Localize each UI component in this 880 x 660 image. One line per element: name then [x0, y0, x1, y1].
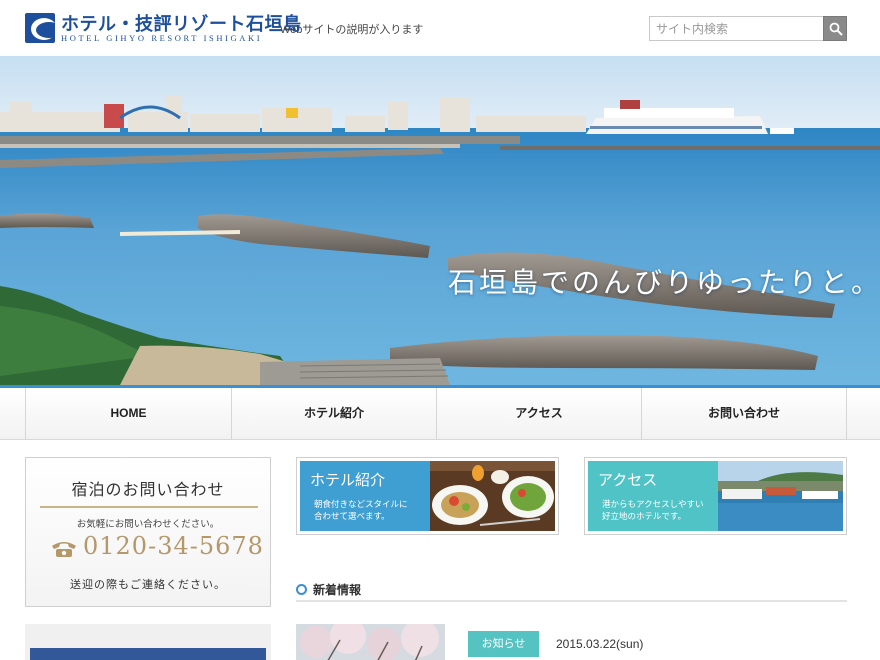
- nav-item-hotel[interactable]: ホテル紹介: [231, 388, 436, 440]
- hero-banner: 石垣島でのんびりゆったりと。: [0, 56, 880, 385]
- news-date: 2015.03.22(sun): [556, 637, 644, 651]
- side-banner-image: [30, 648, 266, 660]
- contact-phone[interactable]: 0120-34-5678: [50, 532, 263, 566]
- promo-card-title: アクセス: [598, 471, 658, 489]
- promo-card-desc-line: 合わせて選べます。: [314, 511, 390, 521]
- cherry-blossom-image: [296, 624, 445, 660]
- promo-card-hotel[interactable]: ホテル紹介 朝食付きなどスタイルに 合わせて選べます。: [296, 457, 559, 535]
- news-category-badge[interactable]: お知らせ: [468, 631, 539, 657]
- breakfast-photo: [430, 461, 555, 531]
- hero-harbor-photo: [0, 56, 880, 385]
- promo-card-access[interactable]: アクセス 港からもアクセスしやすい 好立地のホテルです。: [584, 457, 847, 535]
- news-header: 新着情報: [296, 580, 847, 602]
- hero-caption: 石垣島でのんびりゆったりと。: [448, 266, 880, 299]
- site-logo[interactable]: ホテル・技評リゾート石垣島 HOTEL GIHYO RESORT ISHIGAK…: [25, 12, 301, 44]
- logo-subtitle: HOTEL GIHYO RESORT ISHIGAKI: [61, 33, 263, 43]
- news-thumbnail[interactable]: [296, 624, 445, 660]
- promo-card-title: ホテル紹介: [310, 471, 386, 489]
- news-title: 新着情報: [313, 583, 362, 597]
- search-button[interactable]: [823, 16, 847, 41]
- promo-card-desc-line: 好立地のホテルです。: [602, 511, 687, 521]
- news-bullet-icon: [296, 584, 307, 595]
- site-search: [649, 16, 847, 41]
- breakfast-image: [430, 461, 555, 531]
- promo-card-text: アクセス 港からもアクセスしやすい 好立地のホテルです。: [588, 461, 718, 531]
- promo-card-desc: 港からもアクセスしやすい 好立地のホテルです。: [602, 498, 704, 522]
- promo-card-desc-line: 港からもアクセスしやすい: [602, 499, 704, 509]
- contact-note: お気軽にお問い合わせください。: [76, 519, 220, 530]
- contact-footer: 送迎の際もご連絡ください。: [70, 578, 226, 591]
- phone-number: 0120-34-5678: [83, 532, 264, 560]
- contact-title: 宿泊のお問い合わせ: [71, 480, 225, 499]
- promo-card-body: アクセス 港からもアクセスしやすい 好立地のホテルです。: [588, 461, 843, 531]
- phone-icon: [52, 542, 76, 557]
- logo-mark-icon: [25, 13, 55, 43]
- global-nav: HOME ホテル紹介 アクセス お問い合わせ: [0, 388, 880, 440]
- port-image: [718, 461, 843, 531]
- promo-card-desc-line: 朝食付きなどスタイルに: [314, 499, 408, 509]
- site-tagline: Webサイトの説明が入ります: [280, 24, 424, 36]
- nav-item-access[interactable]: アクセス: [436, 388, 641, 440]
- search-input[interactable]: [649, 16, 823, 41]
- side-banner[interactable]: [25, 624, 271, 660]
- port-photo: [718, 461, 843, 531]
- site-header: ホテル・技評リゾート石垣島 HOTEL GIHYO RESORT ISHIGAK…: [0, 0, 880, 56]
- promo-card-text: ホテル紹介 朝食付きなどスタイルに 合わせて選べます。: [300, 461, 430, 531]
- page: ホテル・技評リゾート石垣島 HOTEL GIHYO RESORT ISHIGAK…: [0, 0, 880, 660]
- nav-item-home[interactable]: HOME: [25, 388, 231, 440]
- nav-item-contact[interactable]: お問い合わせ: [641, 388, 847, 440]
- promo-card-body: ホテル紹介 朝食付きなどスタイルに 合わせて選べます。: [300, 461, 555, 531]
- contact-box: 宿泊のお問い合わせ お気軽にお問い合わせください。 0120-34-5678 送…: [25, 457, 271, 607]
- promo-card-desc: 朝食付きなどスタイルに 合わせて選べます。: [314, 498, 408, 522]
- search-icon: [829, 22, 843, 36]
- contact-divider: [40, 506, 258, 508]
